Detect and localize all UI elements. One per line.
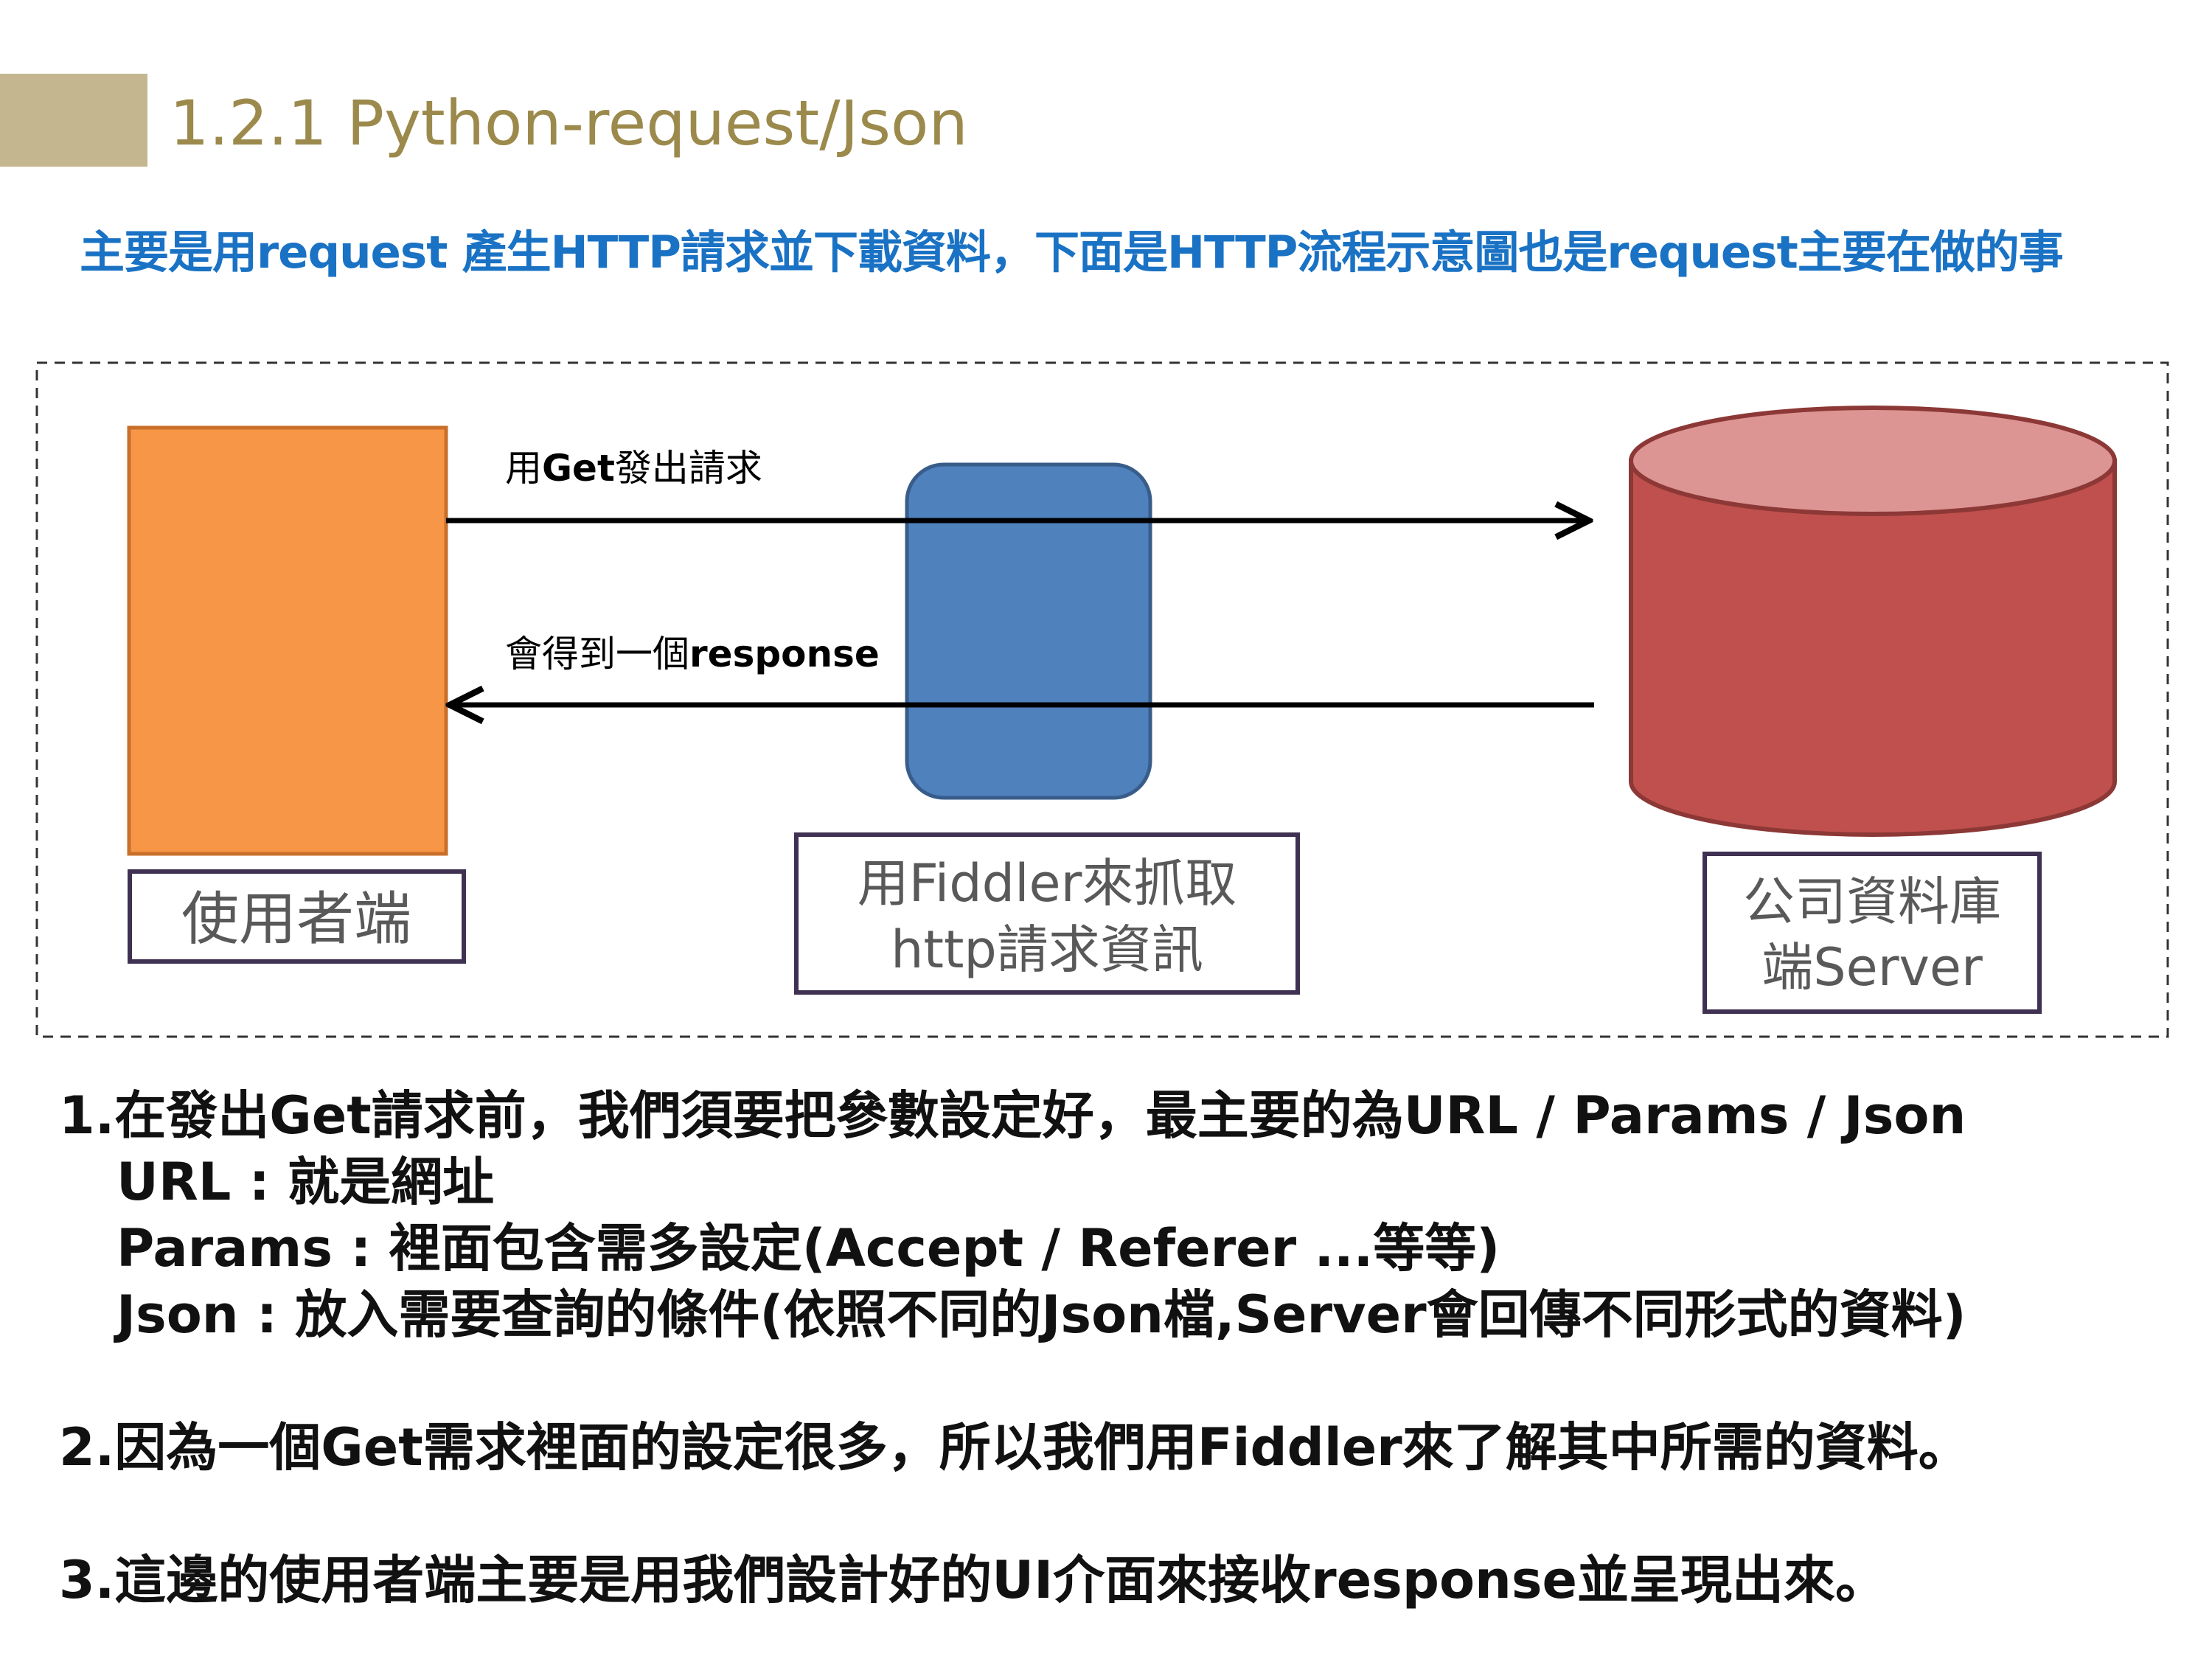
response-arrow-prefix: 會得到一個: [505, 633, 689, 675]
request-arrow-prefix: 用: [505, 447, 542, 490]
server-label-line2: 端Server: [1761, 937, 1983, 998]
request-arrow-suffix: 發出請求: [615, 447, 762, 490]
fiddler-label-line2: http請求資訊: [891, 919, 1203, 980]
note-point-1-url: URL : 就是網址: [116, 1152, 495, 1212]
response-arrow-keyword: response: [689, 633, 880, 675]
notes: 1.在發出Get請求前，我們須要把參數設定好，最主要的為URL / Params…: [59, 1082, 2168, 1613]
client-label: 使用者端: [181, 886, 411, 953]
response-arrow-label: 會得到一個response: [505, 633, 880, 675]
http-flow-diagram: 用Get發出請求 會得到一個response 使用者端 用Fiddler來抓取 …: [35, 361, 2169, 1038]
server-label-line1: 公司資料庫: [1743, 872, 2001, 932]
database-cylinder-icon: [1629, 406, 2117, 837]
note-point-1-params: Params : 裡面包含需多設定(Accept / Referer ...等等…: [116, 1218, 1500, 1279]
request-arrow-label: 用Get發出請求: [505, 447, 762, 490]
note-point-1-json: Json : 放入需要查詢的條件(依照不同的Json檔,Server會回傳不同形…: [116, 1284, 1966, 1345]
note-point-2: 2.因為一個Get需求裡面的設定很多，所以我們用Fiddler來了解其中所需的資…: [59, 1417, 1970, 1478]
fiddler-proxy-box: [905, 462, 1152, 800]
client-box: [127, 425, 448, 856]
note-spacer: [59, 1481, 2168, 1547]
fiddler-label-line1: 用Fiddler來抓取: [858, 853, 1237, 914]
note-point-1: 1.在發出Get請求前，我們須要把參數設定好，最主要的為URL / Params…: [59, 1085, 1966, 1146]
note-spacer: [59, 1348, 2168, 1414]
note-point-3: 3.這邊的使用者端主要是用我們設計好的UI介面來接收response並呈現出來。: [59, 1550, 1888, 1610]
request-arrow-method: Get: [542, 447, 615, 490]
